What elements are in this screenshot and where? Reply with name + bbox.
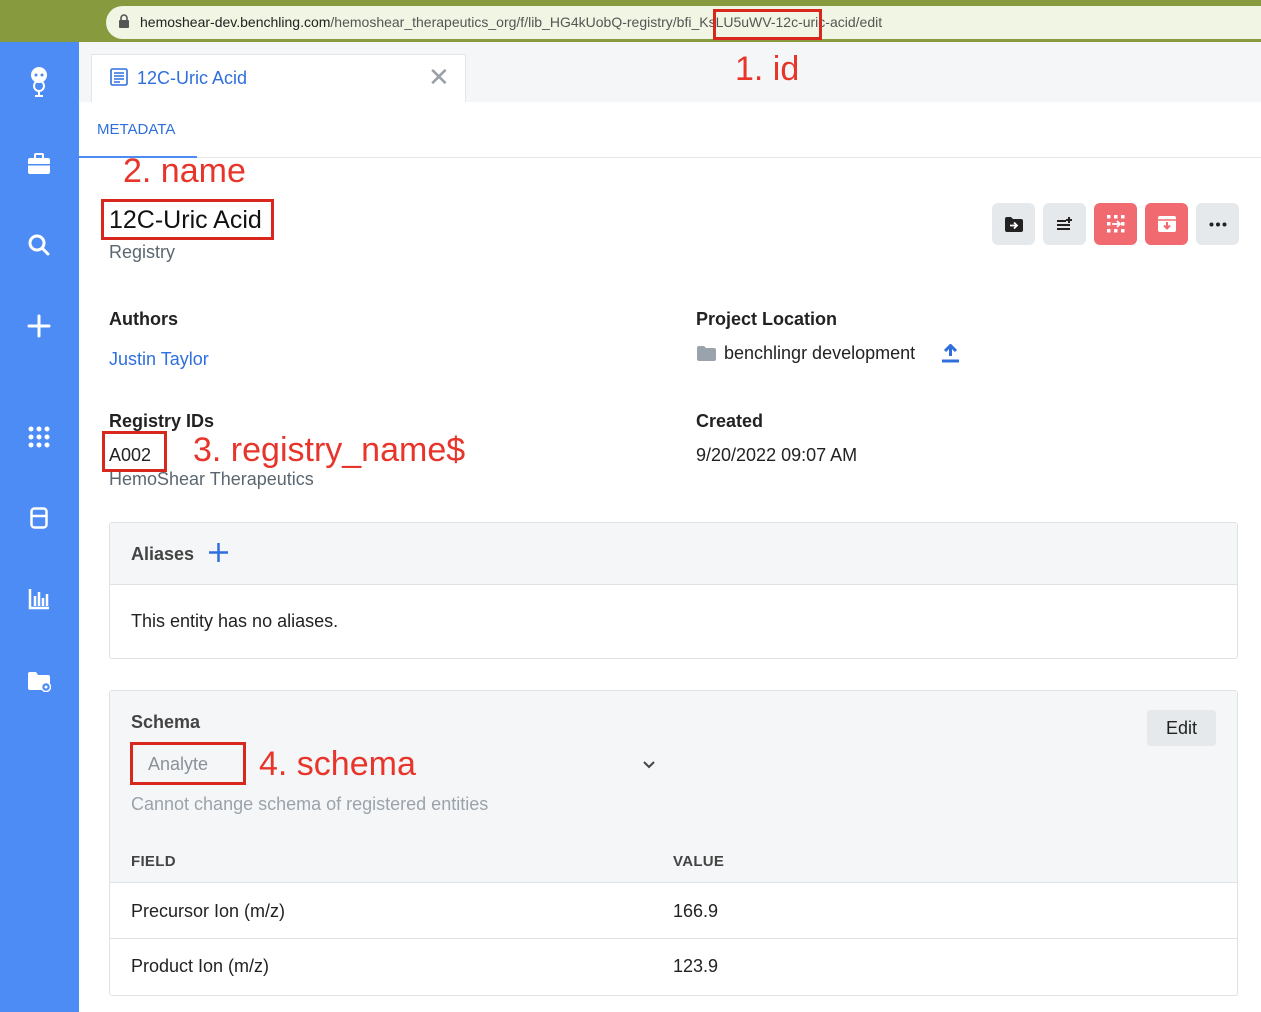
- annotation-box-id: [713, 9, 822, 40]
- chevron-down-icon[interactable]: [642, 760, 656, 770]
- close-icon[interactable]: ✕: [428, 64, 450, 90]
- lock-icon: [119, 14, 129, 28]
- field-column-header: FIELD: [131, 853, 176, 870]
- project-location-value[interactable]: benchlingr development: [724, 343, 915, 364]
- tab-label[interactable]: 12C-Uric Acid: [137, 68, 247, 89]
- plus-icon[interactable]: [23, 310, 55, 342]
- more-options-button[interactable]: [1196, 203, 1239, 245]
- folder-icon: [697, 346, 716, 361]
- registry-ids-label: Registry IDs: [109, 411, 215, 431]
- authors-label: Authors: [109, 309, 178, 329]
- aliases-empty-text: This entity has no aliases.: [131, 611, 339, 631]
- table-row-value[interactable]: 123.9: [673, 956, 718, 977]
- entity-type: Registry: [109, 242, 176, 262]
- folder-settings-icon[interactable]: [23, 665, 55, 697]
- created-value: 9/20/2022 09:07 AM: [696, 445, 858, 465]
- add-to-list-button[interactable]: [1043, 203, 1086, 245]
- annotation-name: 2. name: [123, 152, 246, 190]
- aliases-panel: [109, 522, 1238, 659]
- analytics-icon[interactable]: [23, 583, 55, 615]
- schema-select[interactable]: Analyte: [148, 754, 208, 775]
- table-row-field: Precursor Ion (m/z): [131, 901, 286, 921]
- table-divider: [110, 938, 1237, 939]
- table-row-value[interactable]: 166.9: [673, 901, 718, 922]
- schema-title: Schema: [131, 712, 201, 732]
- annotation-registry-name: 3. registry_name$: [193, 431, 466, 469]
- annotation-schema: 4. schema: [259, 745, 416, 783]
- archive-button[interactable]: [1145, 203, 1188, 245]
- inventory-icon[interactable]: [23, 502, 55, 534]
- table-row-field: Product Ion (m/z): [131, 956, 270, 976]
- author-link[interactable]: Justin Taylor: [109, 349, 209, 370]
- briefcase-icon[interactable]: [23, 148, 55, 180]
- value-column-header: VALUE: [673, 853, 725, 870]
- document-icon: [110, 68, 128, 86]
- aliases-title: Aliases: [131, 544, 195, 564]
- tab-metadata[interactable]: METADATA: [97, 121, 175, 138]
- annotation-id: 1. id: [735, 50, 800, 88]
- registry-name: HemoShear Therapeutics: [109, 469, 314, 489]
- unregister-button[interactable]: [1094, 203, 1137, 245]
- move-to-folder-button[interactable]: [992, 203, 1035, 245]
- apps-grid-icon[interactable]: [23, 421, 55, 453]
- add-alias-icon[interactable]: [208, 542, 229, 563]
- project-location-label: Project Location: [696, 309, 838, 329]
- edit-schema-button[interactable]: Edit: [1147, 710, 1216, 746]
- schema-hint: Cannot change schema of registered entit…: [131, 794, 489, 814]
- created-label: Created: [696, 411, 764, 431]
- search-icon[interactable]: [23, 229, 55, 261]
- upload-icon[interactable]: [941, 344, 960, 363]
- table-divider: [110, 882, 1237, 883]
- subtab-bar: [79, 102, 1261, 158]
- entity-title: 12C-Uric Acid: [109, 206, 262, 234]
- avatar-icon[interactable]: [23, 66, 55, 98]
- schema-panel: [109, 690, 1238, 996]
- registry-id: A002: [109, 445, 152, 465]
